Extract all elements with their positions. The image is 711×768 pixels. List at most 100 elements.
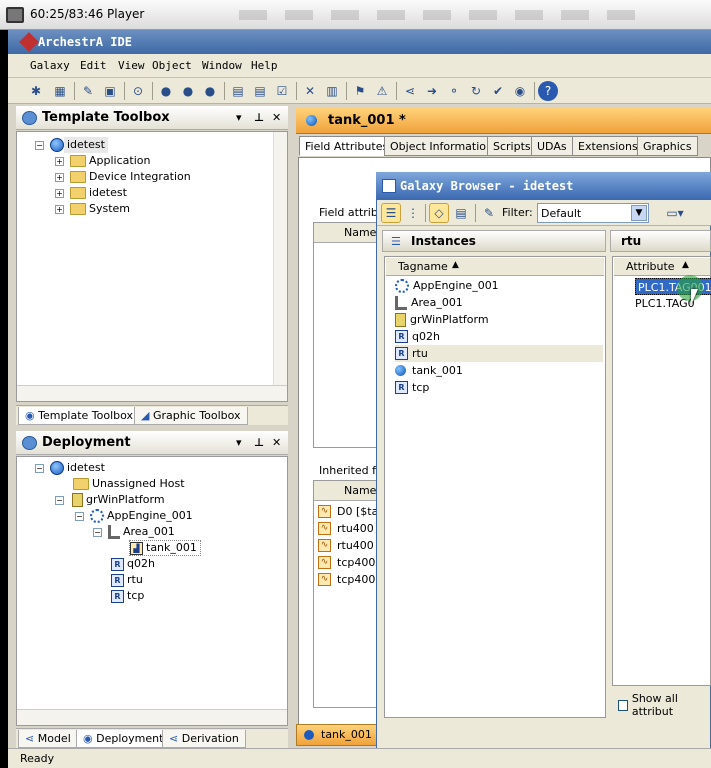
horizontal-scrollbar[interactable]: [17, 385, 287, 401]
tagname-column-header[interactable]: Tagname ▲: [386, 258, 604, 276]
list-item[interactable]: tank_001: [395, 362, 603, 379]
galaxy-status-icon[interactable]: ⚠: [372, 81, 392, 101]
approve-icon[interactable]: ✔: [488, 81, 508, 101]
list-item[interactable]: ∿ rtu400: [318, 520, 374, 537]
tree-node-unassigned-host[interactable]: Unassigned Host: [73, 476, 188, 492]
tree-node-appengine[interactable]: − AppEngine_001: [75, 508, 196, 524]
close-icon[interactable]: ✕: [272, 436, 281, 449]
tree-node-tank[interactable]: ▟ tank_001: [129, 540, 201, 556]
expand-icon[interactable]: +: [55, 188, 64, 198]
tree-node-device-integration[interactable]: + Device Integration: [55, 169, 194, 185]
tab-deployment[interactable]: ◉ Deployment: [76, 730, 171, 748]
show-all-attributes-checkbox[interactable]: Show all attribut: [618, 692, 711, 718]
undo-checkout-icon[interactable]: ●: [200, 81, 220, 101]
filter-icon[interactable]: ✎: [479, 203, 499, 223]
collapse-icon[interactable]: −: [93, 527, 102, 537]
panel-menu-icon[interactable]: ▾: [236, 111, 242, 124]
tree-node-idetest[interactable]: − idetest: [35, 137, 108, 153]
list-item[interactable]: Area_001: [395, 294, 603, 311]
list-item[interactable]: ∿ tcp400: [318, 554, 375, 571]
tab-graphic-toolbox[interactable]: ◢ Graphic Toolbox: [134, 407, 248, 425]
connect-icon[interactable]: ⚬: [444, 81, 464, 101]
collapse-icon[interactable]: −: [75, 511, 84, 521]
tab-template-toolbox[interactable]: ◉ Template Toolbox: [18, 407, 141, 425]
undeploy-icon[interactable]: ▤: [250, 81, 270, 101]
list-item-selected[interactable]: Rrtu: [395, 345, 603, 362]
name-column-header[interactable]: Name: [344, 226, 376, 239]
filter-dropdown[interactable]: Default ▼: [537, 203, 649, 223]
check-in-icon[interactable]: ●: [156, 81, 176, 101]
import-icon[interactable]: ▦: [50, 81, 70, 101]
menu-window[interactable]: Window: [202, 59, 242, 72]
tag-icon[interactable]: ◇: [429, 203, 449, 223]
editor-document-tab[interactable]: tank_001 *: [296, 724, 378, 761]
vertical-scrollbar[interactable]: [273, 132, 287, 385]
save-icon[interactable]: ▣: [100, 81, 120, 101]
tree-node-tcp[interactable]: R tcp: [111, 588, 147, 604]
collapse-icon[interactable]: −: [35, 463, 44, 473]
pin-icon[interactable]: ⊥: [254, 111, 264, 124]
list-item[interactable]: ∿ D0 [$ta: [318, 503, 378, 520]
menu-object[interactable]: Object: [152, 59, 192, 72]
find-icon[interactable]: ⊙: [128, 81, 148, 101]
refresh-icon[interactable]: ↻: [466, 81, 486, 101]
expand-icon[interactable]: +: [55, 156, 64, 166]
list-item[interactable]: ∿ rtu400: [318, 537, 374, 554]
view-options-icon[interactable]: ▭▾: [661, 203, 689, 223]
edit-icon[interactable]: ✎: [78, 81, 98, 101]
tab-model[interactable]: ⋖ Model: [18, 730, 78, 748]
template-toolbox-tree: − idetest + Application + Device Integra…: [16, 131, 288, 402]
panel-menu-icon[interactable]: ▾: [236, 436, 242, 449]
collapse-icon[interactable]: −: [35, 140, 44, 150]
tree-node-application[interactable]: + Application: [55, 153, 153, 169]
properties-icon[interactable]: ▥: [322, 81, 342, 101]
tree-node-system[interactable]: + System: [55, 201, 133, 217]
tree-node-rtu[interactable]: R rtu: [111, 572, 146, 588]
menu-galaxy[interactable]: Galaxy: [30, 59, 70, 72]
network-icon[interactable]: ◉: [510, 81, 530, 101]
new-icon[interactable]: ✱: [26, 81, 46, 101]
list-item[interactable]: Rtcp: [395, 379, 603, 396]
chevron-down-icon[interactable]: ▼: [631, 205, 647, 221]
expand-icon[interactable]: +: [55, 172, 64, 182]
list-item[interactable]: grWinPlatform: [395, 311, 603, 328]
horizontal-scrollbar[interactable]: [17, 709, 287, 725]
validate-icon[interactable]: ☑: [272, 81, 292, 101]
menu-edit[interactable]: Edit: [80, 59, 107, 72]
help-icon[interactable]: ?: [538, 81, 558, 101]
tab-extensions[interactable]: Extensions: [572, 136, 644, 156]
tree-node-grwinplatform[interactable]: − grWinPlatform: [55, 492, 168, 508]
menu-view[interactable]: View: [118, 59, 145, 72]
tree-node-idetest-toolset[interactable]: + idetest: [55, 185, 130, 201]
list-item[interactable]: ∿ tcp400: [318, 571, 375, 588]
tree-node-area[interactable]: − Area_001: [93, 524, 178, 540]
object-viewer-icon[interactable]: ⚑: [350, 81, 370, 101]
tab-object-information[interactable]: Object Information: [384, 136, 499, 156]
attribute-column-header[interactable]: Attribute ▲: [614, 258, 710, 276]
close-icon[interactable]: ✕: [272, 111, 281, 124]
check-out-icon[interactable]: ●: [178, 81, 198, 101]
list-item[interactable]: AppEngine_001: [395, 277, 603, 294]
details-icon[interactable]: ▤: [451, 203, 471, 223]
share-icon[interactable]: ⋖: [400, 81, 420, 101]
delete-icon[interactable]: ✕: [300, 81, 320, 101]
collapse-icon[interactable]: −: [55, 495, 64, 505]
tree-view-icon[interactable]: ⋮: [403, 203, 423, 223]
pin-icon[interactable]: ⊥: [254, 436, 264, 449]
tab-field-attributes[interactable]: Field Attributes: [299, 136, 395, 156]
tree-node-q02h[interactable]: R q02h: [111, 556, 158, 572]
expand-icon[interactable]: +: [55, 204, 64, 214]
tab-graphics[interactable]: Graphics: [637, 136, 698, 156]
tree-node-idetest[interactable]: − idetest: [35, 460, 108, 476]
deploy-icon[interactable]: ▤: [228, 81, 248, 101]
checkbox-box[interactable]: [618, 699, 628, 711]
tab-derivation[interactable]: ⋖ Derivation: [162, 730, 246, 748]
inherited-name-column-header[interactable]: Name: [344, 484, 376, 497]
tab-udas[interactable]: UDAs: [531, 136, 573, 156]
field-attribute-icon: ∿: [318, 522, 331, 535]
tab-scripts[interactable]: Scripts: [487, 136, 537, 156]
export-icon[interactable]: ➜: [422, 81, 442, 101]
instances-view-icon[interactable]: ☰: [381, 203, 401, 223]
list-item[interactable]: Rq02h: [395, 328, 603, 345]
menu-help[interactable]: Help: [251, 59, 278, 72]
